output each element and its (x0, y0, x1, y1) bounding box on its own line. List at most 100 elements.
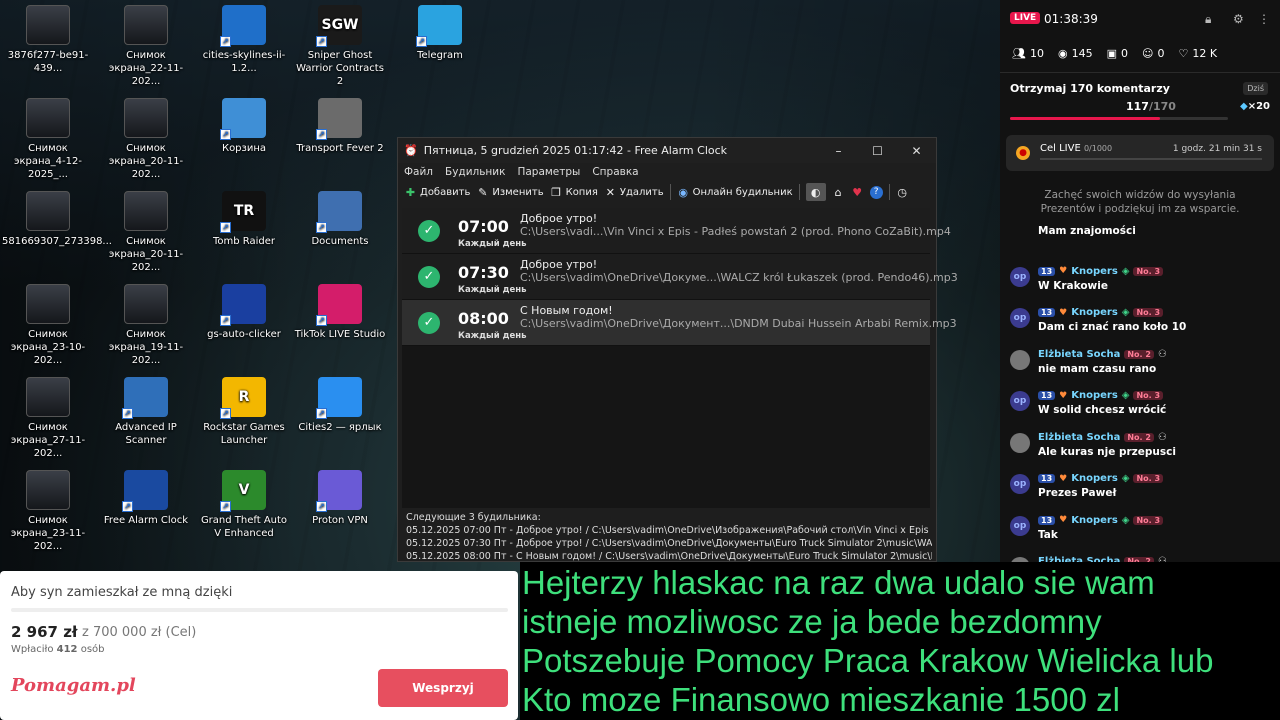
desktop-icon[interactable]: ↗ Cities2 — ярлык (294, 377, 386, 434)
app-icon: ↗ (316, 191, 362, 233)
desktop-icon-label: Снимок экрана_20-11-202... (108, 236, 184, 273)
home-icon[interactable]: ⌂ (832, 186, 845, 199)
add-button[interactable]: ✚ Добавить (404, 186, 470, 199)
shortcut-arrow-icon: ↗ (122, 501, 133, 512)
reward-value: ×20 (1247, 101, 1270, 112)
more-icon[interactable]: ⋮ (1258, 12, 1270, 26)
next-alarms: Следующие 3 будильника: 05.12.2025 07:00… (406, 511, 932, 563)
support-button[interactable]: Wesprzyj (378, 669, 508, 707)
desktop-icon[interactable]: SGW ↗ Sniper Ghost Warrior Contracts 2 (294, 5, 386, 88)
desktop-icon[interactable]: ↗ Advanced IP Scanner (100, 377, 192, 447)
likes-count: 12 K (1192, 47, 1218, 60)
avatar[interactable]: op (1010, 474, 1030, 494)
avatar[interactable] (1010, 349, 1030, 370)
alarm-row[interactable]: ✓ 08:00 Каждый день С Новым годом! C:\Us… (402, 300, 957, 346)
alarm-time: 07:00 (458, 217, 509, 236)
desktop-icon[interactable]: ↗ Documents (294, 191, 386, 248)
desktop-icon-label: Снимок экрана_4-12-2025_... (14, 143, 82, 180)
avatar[interactable]: op (1010, 391, 1030, 411)
app-icon: ↗ (316, 470, 362, 512)
chat-username[interactable]: Knopers (1071, 473, 1118, 484)
shortcut-arrow-icon: ↗ (316, 315, 327, 326)
menu-options[interactable]: Параметры (517, 166, 580, 178)
chat-username[interactable]: Knopers (1071, 515, 1118, 526)
copy-button[interactable]: ❐ Копия (550, 186, 598, 199)
chat-text: Dam ci znać rano koło 10 (1038, 321, 1187, 333)
divider (1000, 72, 1280, 73)
rank-badge: No. 2 (1124, 432, 1154, 442)
chat-username[interactable]: Elżbieta Socha (1038, 349, 1120, 360)
moderator-icon: ◈ (1121, 307, 1130, 318)
menu-alarm[interactable]: Будильник (445, 166, 505, 178)
desktop-icon[interactable]: Снимок экрана_27-11-202... (2, 377, 94, 460)
delete-icon: ✕ (605, 185, 615, 199)
desktop-icon[interactable]: ↗ Telegram (394, 5, 486, 62)
desktop-icon[interactable]: R ↗ Rockstar Games Launcher (198, 377, 290, 447)
enabled-check-icon[interactable]: ✓ (418, 219, 440, 242)
theme-toggle-icon[interactable]: ◐ (805, 183, 826, 201)
menu-file[interactable]: Файл (404, 166, 433, 178)
today-badge[interactable]: Dziś (1243, 82, 1268, 95)
avatar[interactable]: op (1010, 266, 1030, 287)
gift-invite-text: Zachęć swoich widzów do wysyłania Prezen… (1040, 189, 1240, 215)
alarm-label: Доброе утро! (520, 258, 598, 271)
alarm-clock-window: ⏰ Пятница, 5 grudzień 2025 01:17:42 - Fr… (397, 137, 958, 563)
desktop-icon[interactable]: Снимок экрана_20-11-202... (100, 98, 192, 181)
desktop-icon[interactable]: ↗ Free Alarm Clock (100, 470, 192, 527)
desktop-icon[interactable]: Снимок экрана_20-11-202... (100, 191, 192, 274)
desktop-icon[interactable]: Снимок экрана_19-11-202... (100, 284, 192, 367)
maximize-button[interactable]: ☐ (858, 144, 897, 158)
desktop-icon[interactable]: Снимок экрана_23-11-202... (2, 470, 94, 553)
online-label: Онлайн будильник (692, 186, 793, 198)
close-button[interactable]: ✕ (897, 144, 936, 158)
desktop-icon[interactable]: V ↗ Grand Theft Auto V Enhanced (198, 470, 290, 540)
desktop-icon[interactable]: 581669307_273398... (2, 191, 112, 248)
shortcut-arrow-icon: ↗ (316, 222, 327, 233)
help-icon[interactable]: ? (869, 185, 883, 199)
edit-button[interactable]: ✎ Изменить (476, 186, 543, 199)
menu-help[interactable]: Справка (592, 166, 638, 178)
settings-icon[interactable]: ⚙ (1233, 12, 1244, 26)
clock-icon[interactable]: ◷ (896, 186, 909, 199)
alarm-row[interactable]: ✓ 07:00 Каждый день Доброе утро! C:\User… (402, 208, 951, 254)
minimize-button[interactable]: – (819, 144, 858, 158)
comment-goal-title: Otrzymaj 170 komentarzy (1010, 82, 1170, 95)
desktop-icon[interactable]: ↗ Корзина (198, 98, 290, 155)
heart-icon[interactable]: ♥ (851, 186, 864, 199)
enabled-check-icon[interactable]: ✓ (418, 311, 440, 334)
desktop-icon-label: Sniper Ghost Warrior Contracts 2 (296, 50, 384, 87)
desktop-icon[interactable]: Снимок экрана_23-10-202... (2, 284, 94, 367)
eye-icon: ◉ (1057, 47, 1068, 60)
desktop-icon[interactable]: TR ↗ Tomb Raider (198, 191, 290, 248)
avatar[interactable]: op (1010, 308, 1030, 328)
app-icon: ↗ (220, 98, 266, 140)
avatar[interactable]: op (1010, 515, 1030, 536)
paid-count: 412 (56, 644, 78, 655)
rank-badge: No. 3 (1133, 308, 1164, 317)
chat-username[interactable]: Knopers (1071, 307, 1118, 318)
online-alarm-button[interactable]: ◉ Онлайн будильник (677, 186, 793, 199)
desktop-icon[interactable]: Снимок экрана_22-11-202... (100, 5, 192, 88)
delete-button[interactable]: ✕ Удалить (604, 186, 664, 199)
chat-username[interactable]: Knopers (1071, 390, 1118, 401)
cel-label-text: Cel LIVE (1040, 143, 1081, 154)
desktop-icon[interactable]: ↗ cities-skylines-ii-1.2... (198, 5, 290, 75)
lock-icon[interactable]: 🔒︎ (1205, 12, 1211, 27)
desktop-icon[interactable]: ↗ Transport Fever 2 (294, 98, 386, 155)
chat-username[interactable]: Elżbieta Socha (1038, 432, 1120, 443)
desktop-icon[interactable]: Снимок экрана_4-12-2025_... (2, 98, 94, 181)
avatar[interactable] (1010, 432, 1030, 453)
alarm-time: 08:00 (458, 309, 509, 328)
chat-username[interactable]: Knopers (1071, 266, 1118, 277)
goal-icon: ● (1016, 146, 1030, 160)
enabled-check-icon[interactable]: ✓ (418, 265, 440, 288)
live-goal-card[interactable]: ● Cel LIVE 0/1000 1 godz. 21 min 31 s (1006, 135, 1274, 171)
image-thumbnail-icon (124, 191, 168, 231)
desktop-icon[interactable]: 3876f277-be91-439... (2, 5, 94, 75)
desktop-icon[interactable]: ↗ TikTok LIVE Studio (294, 284, 386, 341)
alarm-list: ✓ 07:00 Каждый день Доброе утро! C:\User… (402, 208, 958, 508)
alarm-row[interactable]: ✓ 07:30 Каждый день Доброе утро! C:\User… (402, 254, 958, 300)
desktop-icon[interactable]: ↗ gs-auto-clicker (198, 284, 290, 341)
shortcut-arrow-icon: ↗ (316, 408, 327, 419)
desktop-icon[interactable]: ↗ Proton VPN (294, 470, 386, 527)
